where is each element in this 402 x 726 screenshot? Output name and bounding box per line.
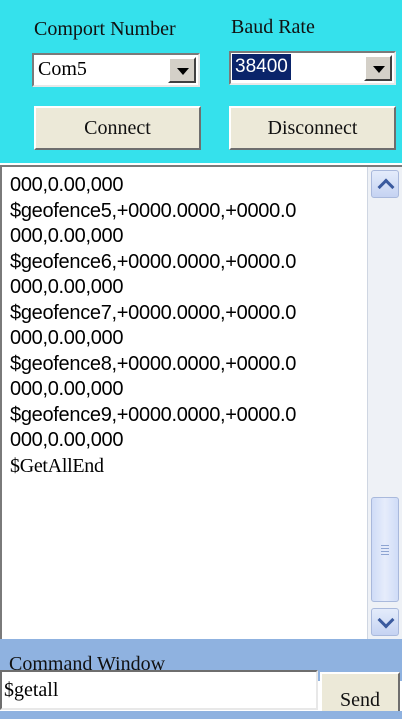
log-scrollbar[interactable]	[367, 167, 402, 639]
log-line: 000,0.00,000	[10, 429, 124, 451]
chevron-up-icon	[377, 178, 395, 196]
grip-icon	[381, 548, 389, 549]
log-line: $GetAllEnd	[10, 454, 104, 477]
log-line: $geofence9,+0000.0000,+0000.0	[10, 403, 297, 426]
bottom-strip	[0, 711, 402, 719]
log-line: $geofence6,+0000.0000,+0000.0	[10, 250, 297, 273]
scroll-down-button[interactable]	[371, 608, 399, 636]
log-line: 000,0.00,000	[10, 174, 124, 196]
response-log[interactable]: 000,0.00,000 $geofence5,+0000.0000,+0000…	[0, 165, 402, 639]
log-line: $geofence7,+0000.0000,+0000.0	[10, 301, 297, 324]
command-input[interactable]	[0, 670, 318, 710]
log-line: $geofence5,+0000.0000,+0000.0	[10, 199, 297, 222]
disconnect-button[interactable]: Disconnect	[229, 106, 396, 150]
send-button[interactable]: Send	[320, 672, 400, 716]
comport-label: Comport Number	[34, 18, 176, 40]
connection-panel: Comport Number Baud Rate Com5 38400 Conn…	[0, 0, 402, 163]
log-line: 000,0.00,000	[10, 276, 124, 298]
connect-button[interactable]: Connect	[34, 106, 201, 150]
chevron-down-icon	[177, 68, 189, 75]
scroll-thumb[interactable]	[371, 497, 399, 602]
comport-select[interactable]: Com5	[32, 53, 200, 87]
grip-icon	[381, 551, 389, 552]
log-line: 000,0.00,000	[10, 225, 124, 247]
baud-rate-dropdown-button[interactable]	[364, 55, 392, 81]
grip-icon	[381, 545, 389, 546]
log-line: 000,0.00,000	[10, 378, 124, 400]
comport-dropdown-button[interactable]	[168, 57, 196, 83]
baud-rate-label: Baud Rate	[231, 16, 315, 38]
comport-select-value: Com5	[38, 58, 87, 80]
baud-rate-select[interactable]: 38400	[229, 51, 396, 85]
baud-rate-select-value: 38400	[232, 54, 291, 80]
scroll-up-button[interactable]	[371, 170, 399, 198]
log-line: 000,0.00,000	[10, 327, 124, 349]
log-lines: 000,0.00,000 $geofence5,+0000.0000,+0000…	[10, 173, 365, 479]
log-line: $geofence8,+0000.0000,+0000.0	[10, 352, 297, 375]
grip-icon	[381, 554, 389, 555]
chevron-down-icon	[373, 66, 385, 73]
chevron-down-icon	[377, 611, 395, 629]
